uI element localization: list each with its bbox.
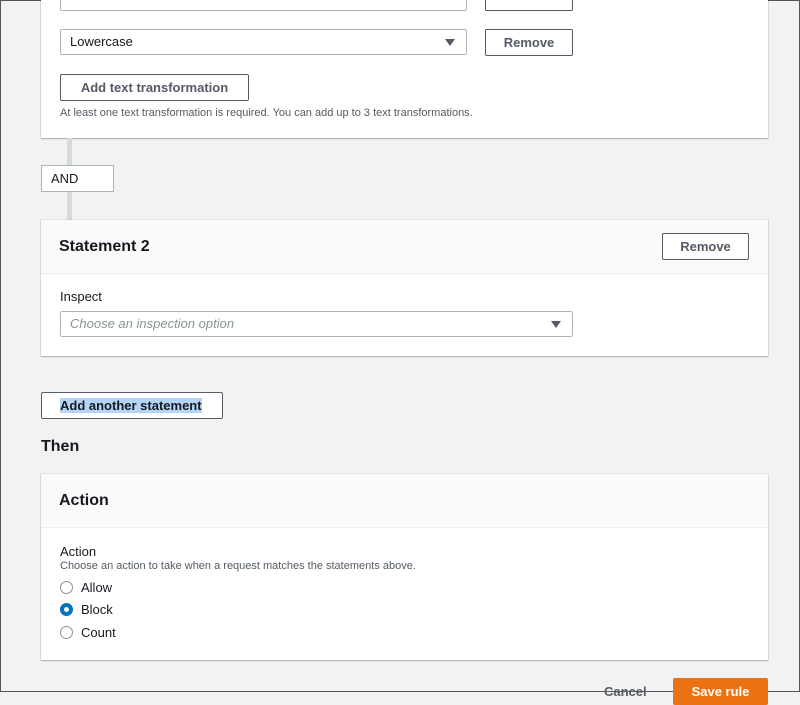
statement-2-title: Statement 2 bbox=[59, 238, 150, 255]
chevron-down-icon bbox=[551, 321, 561, 328]
transformation-select[interactable]: Lowercase bbox=[60, 29, 467, 55]
statement-2-header: Statement 2 Remove bbox=[41, 220, 768, 274]
add-another-statement-label: Add another statement bbox=[60, 398, 202, 413]
allow-radio[interactable] bbox=[60, 581, 73, 594]
action-panel-header: Action bbox=[41, 474, 768, 528]
remove-button-partial[interactable] bbox=[485, 0, 573, 11]
action-panel: Action Action Choose an action to take w… bbox=[41, 474, 768, 660]
count-radio-label[interactable]: Count bbox=[81, 625, 116, 640]
inspect-select-placeholder: Choose an inspection option bbox=[70, 316, 235, 331]
text-transformation-hint: At least one text transformation is requ… bbox=[60, 107, 473, 119]
block-radio[interactable] bbox=[60, 603, 73, 616]
inspect-select[interactable]: Choose an inspection option bbox=[60, 311, 573, 337]
block-radio-label[interactable]: Block bbox=[81, 602, 113, 617]
and-connector-badge: AND bbox=[41, 165, 114, 192]
and-connector-label: AND bbox=[51, 171, 79, 186]
remove-statement-button[interactable]: Remove bbox=[662, 233, 749, 260]
transformation-select-partial[interactable] bbox=[60, 0, 467, 11]
action-field-label: Action bbox=[60, 544, 97, 559]
action-field-hint: Choose an action to take when a request … bbox=[60, 560, 416, 572]
count-radio[interactable] bbox=[60, 626, 73, 639]
chevron-down-icon bbox=[445, 39, 455, 46]
add-another-statement-button[interactable]: Add another statement bbox=[41, 392, 223, 419]
allow-radio-label[interactable]: Allow bbox=[81, 580, 112, 595]
inspect-label: Inspect bbox=[60, 289, 102, 304]
action-panel-title: Action bbox=[59, 492, 109, 509]
add-text-transformation-button[interactable]: Add text transformation bbox=[60, 74, 249, 101]
remove-transformation-button[interactable]: Remove bbox=[485, 29, 573, 56]
statement-1-panel: Lowercase Remove Add text transformation… bbox=[41, 0, 768, 138]
then-heading: Then bbox=[41, 438, 80, 455]
statement-2-panel: Statement 2 Remove Inspect Choose an ins… bbox=[41, 220, 768, 356]
transformation-select-value: Lowercase bbox=[70, 34, 133, 49]
